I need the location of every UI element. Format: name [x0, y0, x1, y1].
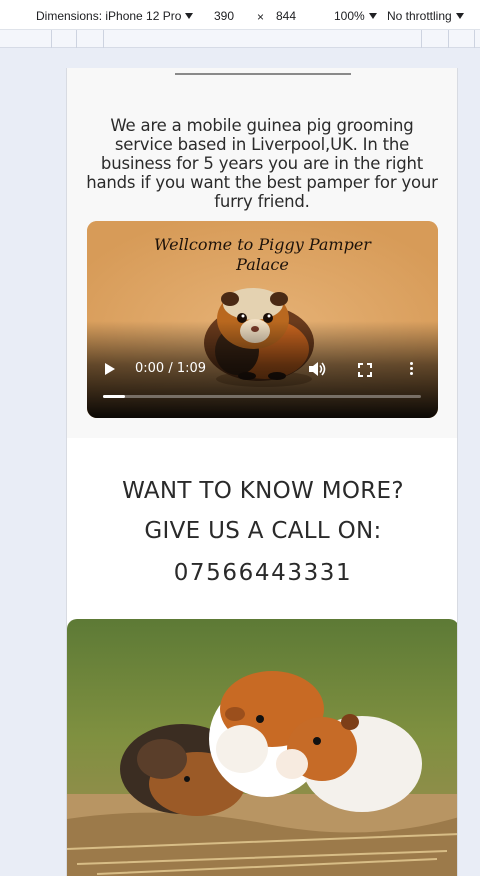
- device-viewport: We are a mobile guinea pig grooming serv…: [66, 68, 458, 876]
- seek-bar[interactable]: [103, 395, 421, 398]
- more-vertical-icon[interactable]: [410, 362, 414, 376]
- video-title: Wellcome to Piggy Pamper Palace: [87, 235, 438, 275]
- intro-text: We are a mobile guinea pig grooming serv…: [86, 116, 438, 211]
- video-player[interactable]: Wellcome to Piggy Pamper Palace 0:00 / 1…: [87, 221, 438, 418]
- time-display: 0:00 / 1:09: [135, 361, 207, 376]
- video-title-line-1: Wellcome to Piggy Pamper: [154, 235, 371, 254]
- dimensions-label: Dimensions: iPhone 12 Pro: [36, 9, 182, 23]
- devtools-device-toolbar: Dimensions: iPhone 12 Pro 390 × 844 100%…: [0, 0, 480, 30]
- video-title-line-2: Palace: [236, 255, 289, 274]
- volume-icon[interactable]: [308, 361, 326, 377]
- fullscreen-icon[interactable]: [358, 363, 372, 377]
- play-icon[interactable]: [105, 363, 115, 375]
- dimensions-dropdown[interactable]: Dimensions: iPhone 12 Pro: [36, 9, 194, 23]
- phone-number[interactable]: 07566443331: [67, 560, 457, 586]
- guinea-pigs-photo: [67, 619, 457, 876]
- divider: [175, 73, 351, 75]
- width-input[interactable]: 390: [214, 9, 234, 23]
- contact-heading-2: GIVE US A CALL ON:: [144, 518, 382, 544]
- media-query-ruler: [0, 30, 480, 48]
- contact-heading-1: WANT TO KNOW MORE?: [122, 478, 404, 504]
- chevron-down-icon: [455, 13, 464, 19]
- zoom-dropdown[interactable]: 100%: [334, 9, 377, 23]
- throttling-label: No throttling: [387, 9, 452, 23]
- times-separator: ×: [257, 10, 265, 24]
- chevron-down-icon: [368, 13, 377, 19]
- height-input[interactable]: 844: [276, 9, 296, 23]
- seek-bar-fill: [103, 395, 126, 398]
- throttling-dropdown[interactable]: No throttling: [387, 9, 464, 23]
- zoom-label: 100%: [334, 9, 365, 23]
- chevron-down-icon: [185, 13, 194, 19]
